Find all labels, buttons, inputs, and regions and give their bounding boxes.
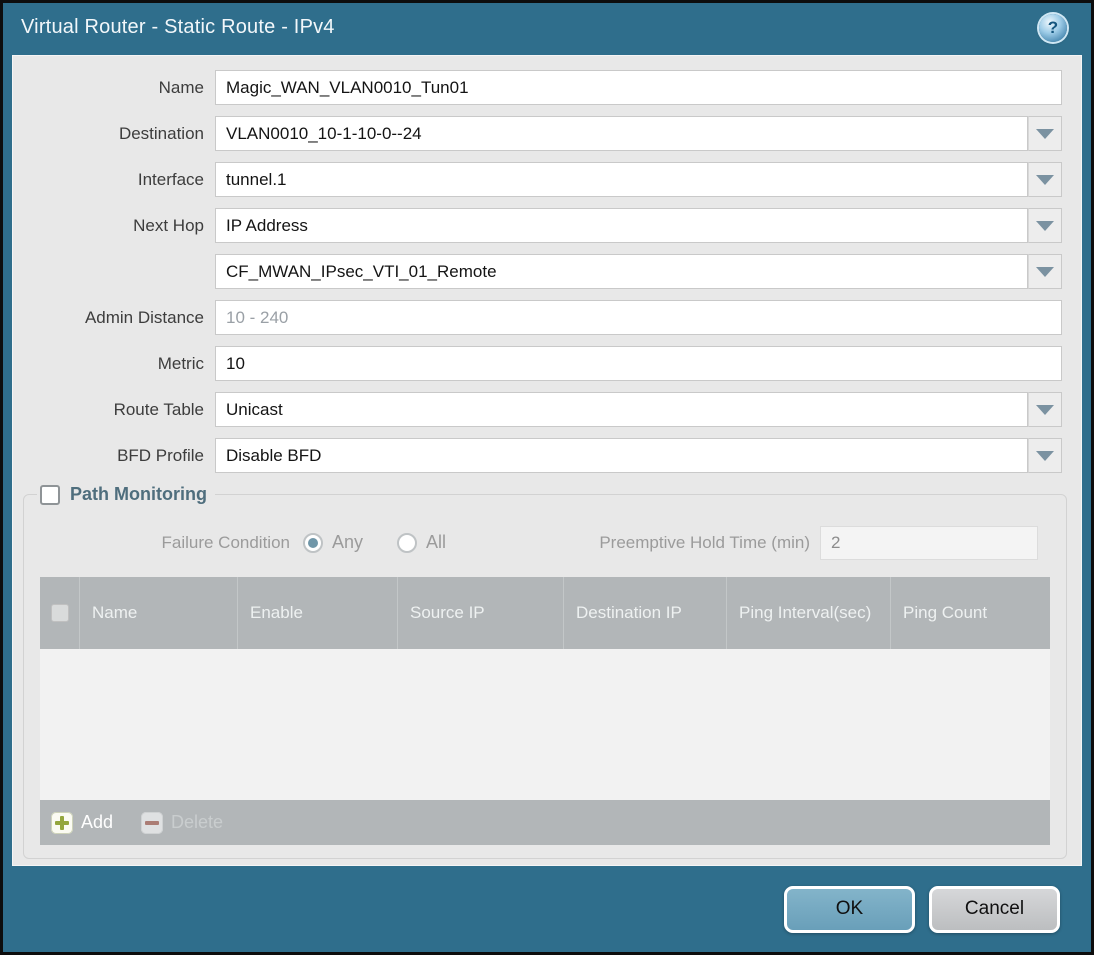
preemptive-hold-time-label: Preemptive Hold Time (min) bbox=[599, 532, 810, 552]
table-header-select-cell bbox=[40, 577, 80, 649]
minus-icon bbox=[141, 811, 164, 834]
delete-button[interactable]: Delete bbox=[141, 811, 224, 834]
bfd-profile-dropdown-button[interactable] bbox=[1028, 438, 1062, 473]
form-row-bfd-profile: BFD Profile bbox=[12, 438, 1062, 473]
name-label: Name bbox=[158, 77, 204, 97]
metric-input[interactable] bbox=[215, 346, 1062, 381]
path-monitoring-section: Path Monitoring Failure Condition Any Al… bbox=[23, 484, 1067, 859]
chevron-down-icon bbox=[1036, 220, 1054, 231]
chevron-down-icon bbox=[1036, 266, 1054, 277]
metric-field bbox=[215, 346, 1062, 381]
help-icon[interactable]: ? bbox=[1039, 13, 1067, 42]
interface-dropdown-button[interactable] bbox=[1028, 162, 1062, 197]
admin-distance-input[interactable] bbox=[215, 300, 1062, 335]
bfd-profile-input[interactable] bbox=[215, 438, 1028, 473]
next-hop-type-dropdown-button[interactable] bbox=[1028, 208, 1062, 243]
bfd-profile-label: BFD Profile bbox=[117, 445, 204, 465]
name-field bbox=[215, 70, 1062, 105]
route-table-dropdown-button[interactable] bbox=[1028, 392, 1062, 427]
add-button[interactable]: Add bbox=[51, 811, 114, 834]
chevron-down-icon bbox=[1036, 450, 1054, 461]
table-header: Name Enable Source IP Destination IP Pin… bbox=[40, 577, 1050, 649]
form-row-admin-distance: Admin Distance bbox=[12, 300, 1062, 335]
dialog-content: Name Destination Interface bbox=[12, 55, 1082, 866]
failure-condition-label: Failure Condition bbox=[161, 532, 290, 552]
admin-distance-label: Admin Distance bbox=[84, 307, 204, 327]
cancel-button[interactable]: Cancel bbox=[929, 885, 1060, 933]
path-monitoring-legend: Path Monitoring bbox=[37, 484, 215, 505]
next-hop-type-input[interactable] bbox=[215, 208, 1028, 243]
delete-button-label: Delete bbox=[171, 812, 224, 832]
column-header-destination-ip: Destination IP bbox=[564, 577, 727, 649]
interface-field bbox=[215, 162, 1062, 197]
preemptive-hold-time-input[interactable] bbox=[820, 525, 1038, 560]
next-hop-label: Next Hop bbox=[133, 215, 204, 235]
next-hop-address-input[interactable] bbox=[215, 254, 1028, 289]
column-header-ping-interval: Ping Interval(sec) bbox=[727, 577, 891, 649]
radio-all[interactable] bbox=[397, 532, 418, 553]
column-header-source-ip: Source IP bbox=[398, 577, 564, 649]
radio-all-label: All bbox=[426, 532, 447, 552]
path-monitoring-table: Name Enable Source IP Destination IP Pin… bbox=[40, 577, 1050, 845]
next-hop-address-field bbox=[215, 254, 1062, 289]
radio-any-label: Any bbox=[332, 532, 364, 552]
form-row-destination: Destination bbox=[12, 116, 1062, 151]
next-hop-type-field bbox=[215, 208, 1062, 243]
form-row-route-table: Route Table bbox=[12, 392, 1062, 427]
column-header-ping-count: Ping Count bbox=[903, 603, 988, 623]
admin-distance-field bbox=[215, 300, 1062, 335]
virtual-router-static-route-dialog: Virtual Router - Static Route - IPv4 ? N… bbox=[0, 0, 1094, 955]
ok-button[interactable]: OK bbox=[784, 885, 915, 933]
chevron-down-icon bbox=[1036, 174, 1054, 185]
column-header-enable: Enable bbox=[238, 577, 398, 649]
name-input[interactable] bbox=[215, 70, 1062, 105]
table-body-empty bbox=[40, 649, 1050, 800]
destination-field bbox=[215, 116, 1062, 151]
route-table-field bbox=[215, 392, 1062, 427]
column-header-name: Name bbox=[80, 577, 238, 649]
destination-dropdown-button[interactable] bbox=[1028, 116, 1062, 151]
select-all-checkbox[interactable] bbox=[50, 604, 69, 622]
failure-condition-option-any: Any bbox=[303, 532, 363, 553]
route-table-label: Route Table bbox=[113, 399, 204, 419]
form-row-metric: Metric bbox=[12, 346, 1062, 381]
plus-icon bbox=[51, 811, 73, 834]
chevron-down-icon bbox=[1036, 128, 1054, 139]
bfd-profile-field bbox=[215, 438, 1062, 473]
add-button-label: Add bbox=[81, 812, 114, 832]
destination-label: Destination bbox=[118, 123, 204, 143]
route-table-input[interactable] bbox=[215, 392, 1028, 427]
titlebar: Virtual Router - Static Route - IPv4 ? bbox=[3, 3, 1091, 52]
destination-input[interactable] bbox=[215, 116, 1028, 151]
path-monitoring-title: Path Monitoring bbox=[70, 484, 207, 504]
page-title: Virtual Router - Static Route - IPv4 bbox=[21, 16, 335, 38]
form-row-next-hop: Next Hop bbox=[12, 208, 1062, 243]
interface-label: Interface bbox=[137, 169, 204, 189]
form-row-name: Name bbox=[12, 70, 1062, 105]
form-row-next-hop-address bbox=[12, 254, 1062, 289]
next-hop-address-dropdown-button[interactable] bbox=[1028, 254, 1062, 289]
dialog-footer: OK Cancel bbox=[3, 866, 1091, 952]
failure-condition-option-all: All bbox=[397, 532, 446, 553]
failure-condition-row: Failure Condition Any All Preemptive Hol… bbox=[31, 525, 1038, 560]
metric-label: Metric bbox=[157, 353, 204, 373]
chevron-down-icon bbox=[1036, 404, 1054, 415]
path-monitoring-checkbox[interactable] bbox=[40, 484, 60, 505]
radio-any[interactable] bbox=[303, 532, 323, 553]
form-row-interface: Interface bbox=[12, 162, 1062, 197]
table-footer: Add Delete bbox=[40, 800, 1050, 845]
interface-input[interactable] bbox=[215, 162, 1028, 197]
